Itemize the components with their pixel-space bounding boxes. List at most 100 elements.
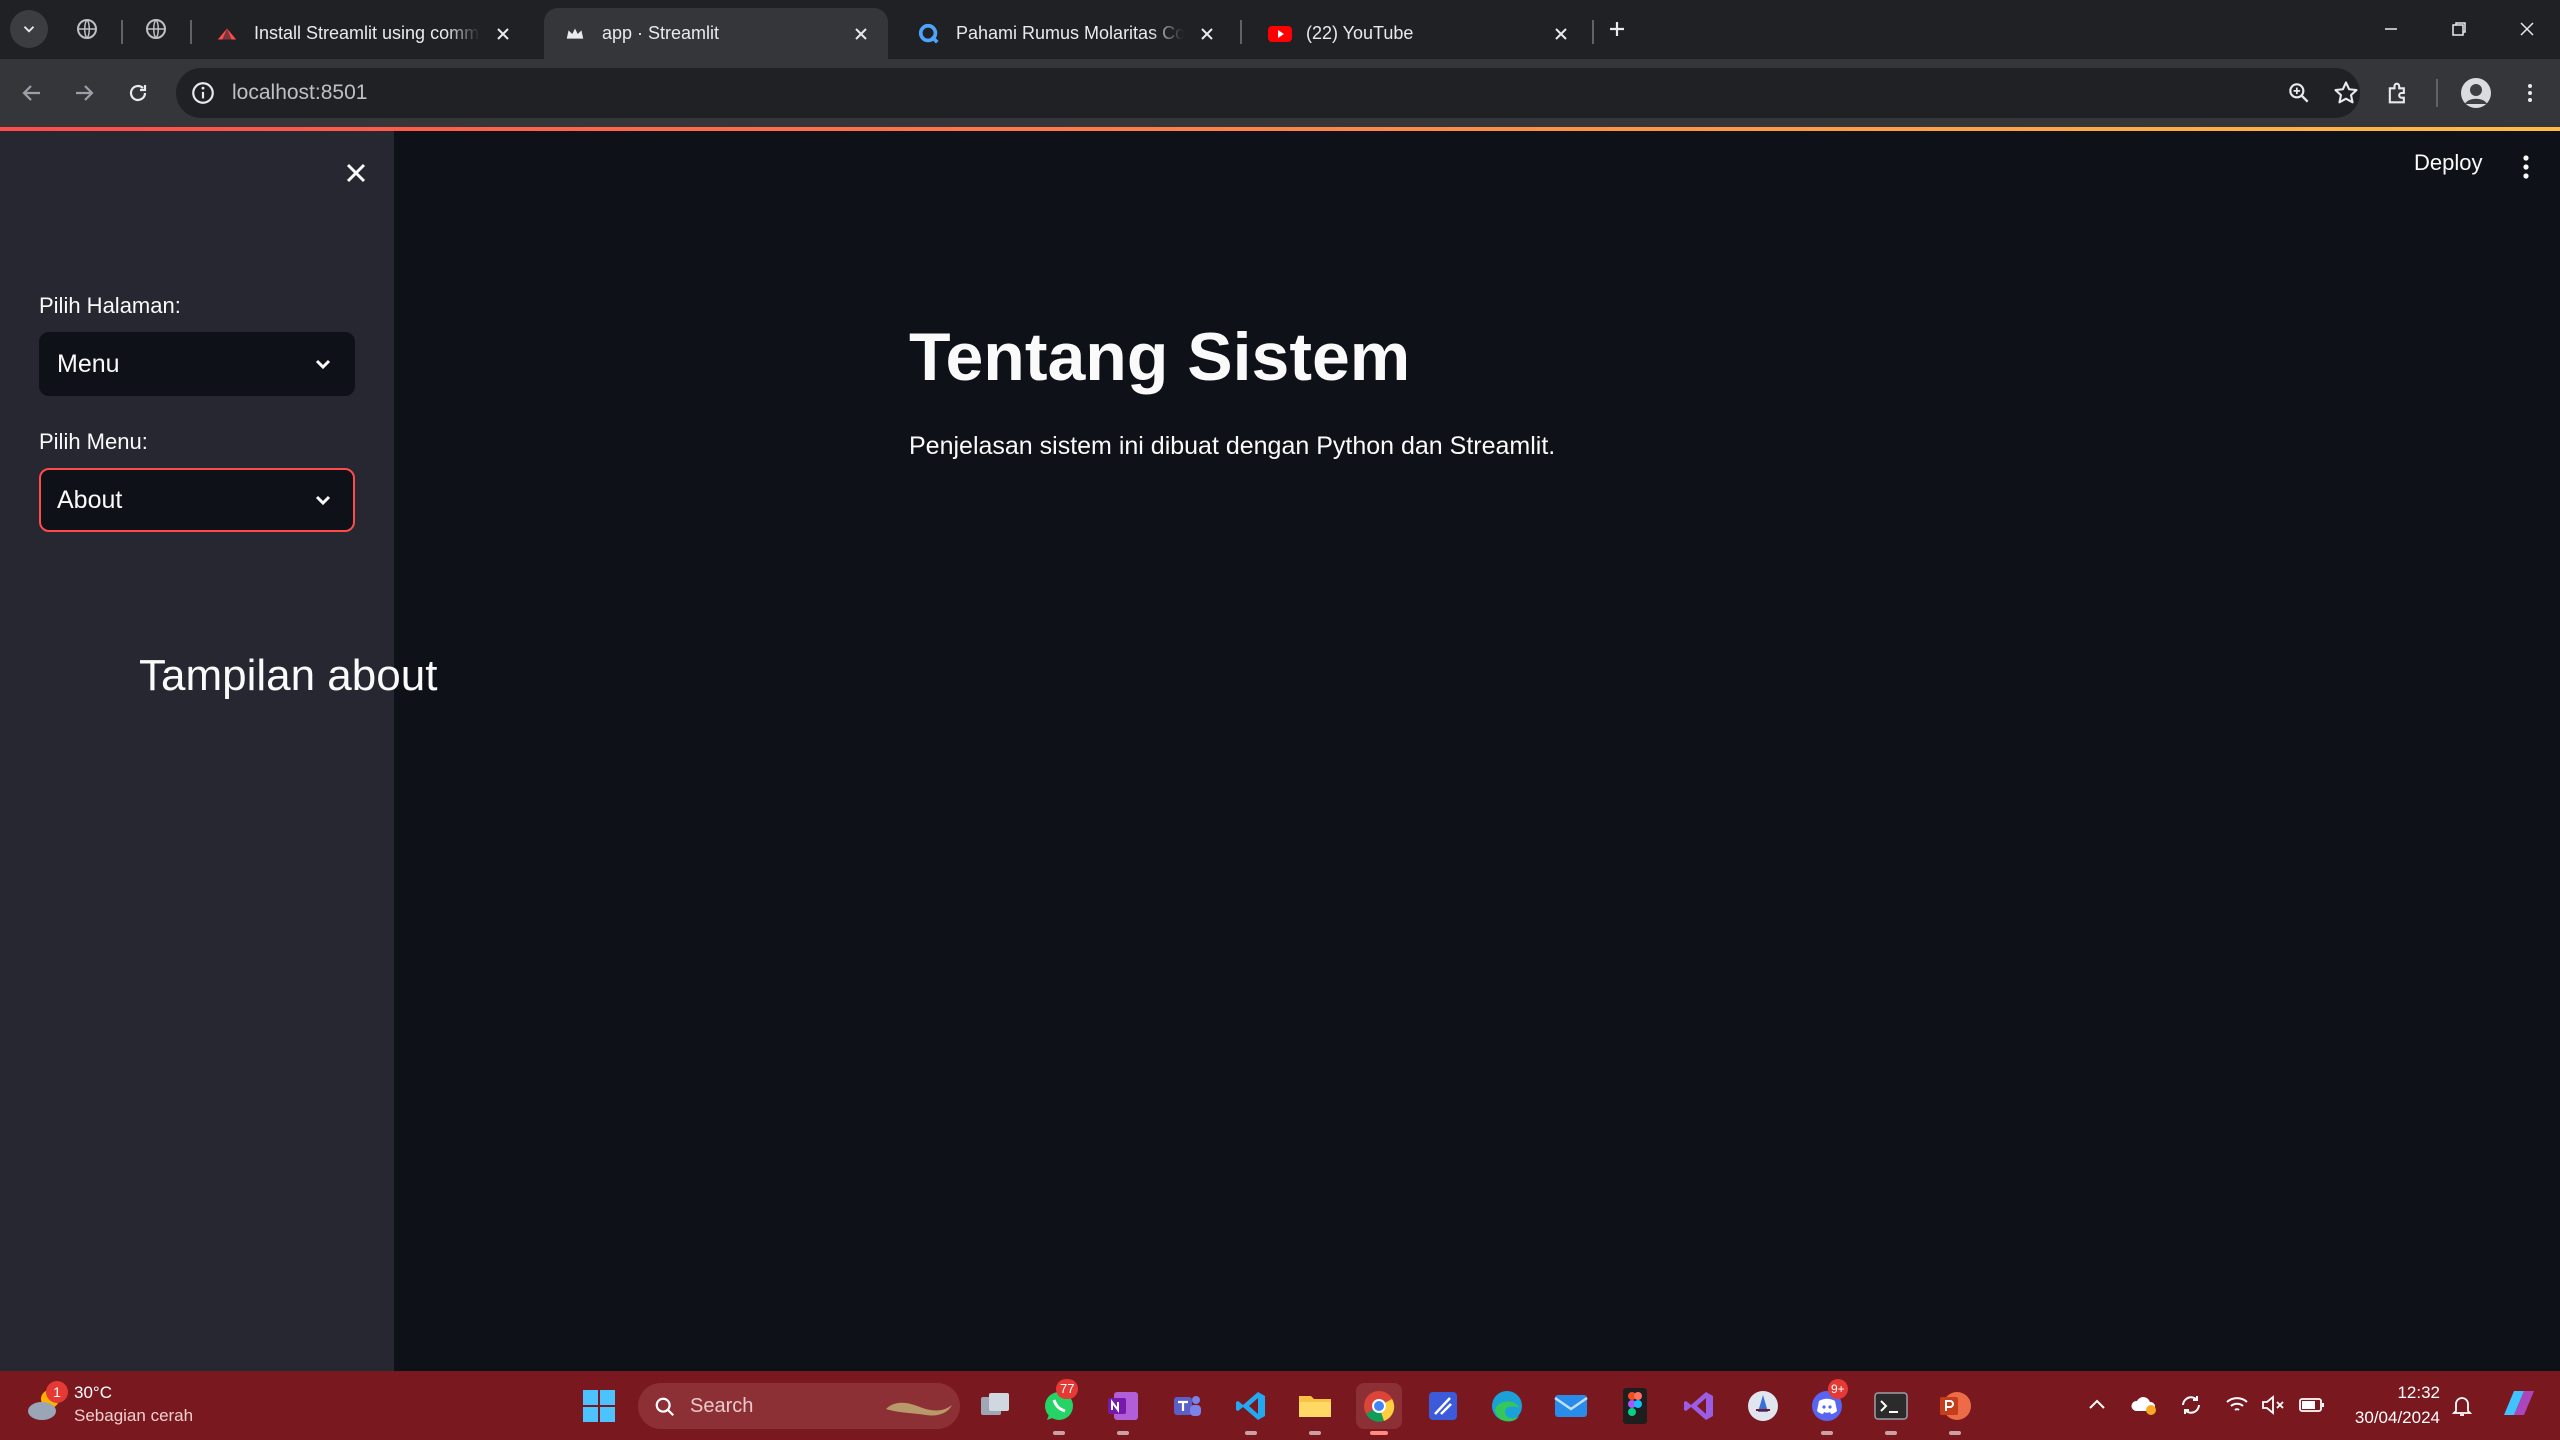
bookmark-star-icon[interactable] xyxy=(2332,79,2360,107)
globe-icon xyxy=(75,17,99,41)
quipper-logo-icon xyxy=(918,23,940,45)
deploy-button[interactable]: Deploy xyxy=(2414,150,2482,176)
app-store-taskbar-app[interactable] xyxy=(1740,1383,1786,1429)
windows-logo-icon xyxy=(582,1389,616,1423)
notification-bell-icon[interactable] xyxy=(2450,1393,2474,1419)
arrow-left-icon xyxy=(20,81,44,105)
extensions-button[interactable] xyxy=(2378,73,2418,113)
page-select-label: Pilih Halaman: xyxy=(39,293,181,318)
tab-title: Pahami Rumus Molaritas Contoh xyxy=(956,23,1184,43)
teams-taskbar-app[interactable] xyxy=(1164,1383,1210,1429)
restore-button[interactable] xyxy=(2440,10,2478,48)
close-icon[interactable] xyxy=(1546,19,1576,49)
task-view-icon xyxy=(978,1389,1012,1423)
pinned-tab-1[interactable] xyxy=(68,10,106,48)
chevron-up-icon[interactable] xyxy=(2086,1393,2108,1417)
close-icon[interactable] xyxy=(488,19,518,49)
window-close-button[interactable] xyxy=(2508,10,2546,48)
whatsapp-taskbar-app[interactable]: 77 xyxy=(1036,1379,1082,1435)
mail-icon xyxy=(1553,1391,1589,1421)
close-icon[interactable] xyxy=(340,157,372,189)
chrome-taskbar-app[interactable] xyxy=(1356,1383,1402,1435)
tab-title: Install Streamlit using comman xyxy=(254,23,480,43)
back-button[interactable] xyxy=(12,73,52,113)
restore-icon xyxy=(2450,20,2468,38)
tab-youtube[interactable]: (22) YouTube xyxy=(1248,8,1588,59)
page-select-value: Menu xyxy=(57,350,120,378)
tab-app-streamlit[interactable]: app · Streamlit xyxy=(544,8,888,59)
minimize-button[interactable] xyxy=(2372,10,2410,48)
page-title: Tentang Sistem xyxy=(909,319,1411,395)
visual-studio-taskbar-app[interactable] xyxy=(1676,1383,1722,1429)
tab-title: (22) YouTube xyxy=(1306,23,1414,43)
browser-menu-button[interactable] xyxy=(2510,73,2550,113)
streamlit-crown-icon xyxy=(564,23,586,45)
menu-selectbox[interactable]: About xyxy=(39,468,355,532)
onenote-taskbar-app[interactable] xyxy=(1100,1383,1146,1435)
browser-toolbar: localhost:8501 xyxy=(0,59,2560,127)
file-explorer-taskbar-app[interactable] xyxy=(1292,1383,1338,1435)
discord-taskbar-app[interactable]: 9+ xyxy=(1804,1379,1850,1435)
pen-app-icon xyxy=(1426,1389,1460,1423)
reload-button[interactable] xyxy=(118,73,158,113)
taskbar-clock-time[interactable]: 12:32 xyxy=(2380,1383,2440,1403)
page-description: Penjelasan sistem ini dibuat dengan Pyth… xyxy=(909,432,1556,460)
close-icon xyxy=(2518,20,2536,38)
wifi-icon[interactable] xyxy=(2224,1393,2250,1417)
search-icon xyxy=(654,1396,676,1418)
folder-icon xyxy=(1297,1389,1333,1423)
tab-molaritas[interactable]: Pahami Rumus Molaritas Contoh xyxy=(898,8,1234,59)
vscode-taskbar-app[interactable] xyxy=(1228,1383,1274,1435)
plus-icon xyxy=(1607,19,1627,39)
menu-select-value: About xyxy=(57,486,123,514)
edge-icon xyxy=(1489,1388,1525,1424)
weather-widget[interactable]: 1 xyxy=(22,1381,68,1429)
weather-temperature: 30°C xyxy=(74,1383,112,1402)
teams-icon xyxy=(1170,1389,1204,1423)
discord-badge: 9+ xyxy=(1828,1379,1848,1399)
onedrive-icon[interactable] xyxy=(2130,1393,2158,1417)
close-icon[interactable] xyxy=(1192,19,1222,49)
tab-search-button[interactable] xyxy=(10,10,48,48)
chrome-icon xyxy=(1361,1388,1397,1424)
browser-tab-strip: Install Streamlit using comman app · Str… xyxy=(0,0,2560,59)
taskbar-search[interactable]: Search xyxy=(638,1383,960,1429)
weather-badge: 1 xyxy=(46,1381,68,1403)
terminal-taskbar-app[interactable] xyxy=(1868,1383,1914,1435)
search-highlight-image xyxy=(884,1395,954,1419)
volume-muted-icon[interactable] xyxy=(2260,1393,2286,1417)
taskbar-clock-date[interactable]: 30/04/2024 xyxy=(2330,1408,2440,1428)
close-icon[interactable] xyxy=(846,19,876,49)
mail-taskbar-app[interactable] xyxy=(1548,1383,1594,1429)
arrow-right-icon xyxy=(72,81,96,105)
visual-studio-icon xyxy=(1682,1389,1716,1423)
profile-button[interactable] xyxy=(2456,73,2496,113)
menu-select-label: Pilih Menu: xyxy=(39,429,148,454)
site-info-icon[interactable] xyxy=(190,80,216,106)
chevron-down-icon xyxy=(311,488,335,512)
kebab-menu-icon[interactable] xyxy=(2514,152,2538,182)
tab-title: app · Streamlit xyxy=(602,23,720,43)
powerpoint-taskbar-app[interactable] xyxy=(1932,1383,1978,1435)
tab-install-streamlit[interactable]: Install Streamlit using comman xyxy=(196,8,530,59)
figma-icon xyxy=(1622,1388,1648,1424)
sync-icon[interactable] xyxy=(2178,1393,2204,1417)
zoom-icon[interactable] xyxy=(2286,80,2312,106)
app-taskbar-icon[interactable] xyxy=(1420,1383,1466,1429)
new-tab-button[interactable] xyxy=(1598,10,1636,48)
address-bar[interactable]: localhost:8501 xyxy=(176,68,2360,118)
powerpoint-icon xyxy=(1937,1388,1973,1424)
copilot-icon[interactable] xyxy=(2500,1387,2538,1421)
pinned-tab-2[interactable] xyxy=(137,10,175,48)
task-view-button[interactable] xyxy=(972,1383,1018,1429)
edge-taskbar-app[interactable] xyxy=(1484,1383,1530,1429)
figma-taskbar-app[interactable] xyxy=(1612,1383,1658,1429)
page-selectbox[interactable]: Menu xyxy=(39,332,355,396)
taskbar: 1 30°C Sebagian cerah Search 77 9+ 12:32… xyxy=(0,1371,2560,1440)
start-button[interactable] xyxy=(576,1383,622,1429)
weather-description: Sebagian cerah xyxy=(74,1406,194,1425)
forward-button[interactable] xyxy=(64,73,104,113)
battery-icon[interactable] xyxy=(2298,1393,2326,1417)
annotation-text: Tampilan about xyxy=(139,651,438,700)
whatsapp-badge: 77 xyxy=(1056,1379,1079,1399)
